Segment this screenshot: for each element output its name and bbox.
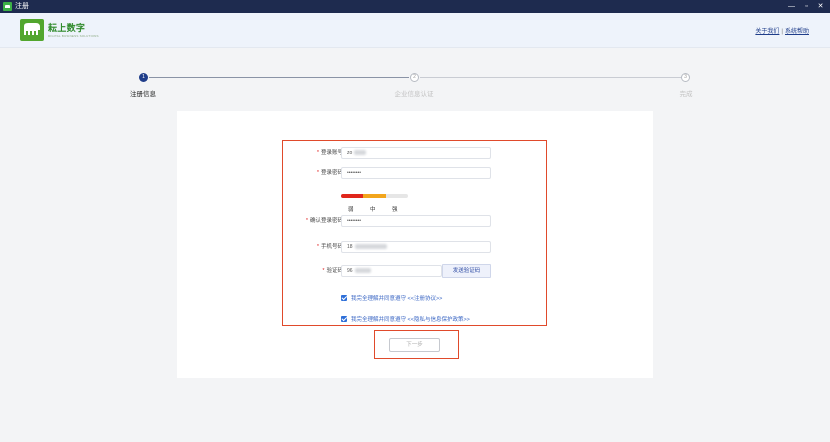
step-2-label: 企业信息认证 [394,91,434,98]
confirm-password-label: * 确认登录密码 [305,218,343,224]
confirm-password-input[interactable]: •••••••• [341,215,491,227]
minimize-button[interactable]: — [786,1,797,12]
logo-subtext: DIGITAL BUSINESS SOLUTIONS [48,34,99,38]
code-input[interactable]: 96 [341,265,442,277]
agreement-terms[interactable]: 我完全理解并同意遵守 <<注册协议>> [341,294,442,303]
confirm-password-row: * 确认登录密码 •••••••• [283,215,543,227]
password-strength-meter [341,194,408,198]
step-1-indicator: 1 [139,73,148,82]
logo-text: 耘上数字 [48,23,86,33]
code-label: * 验证码 [322,268,343,274]
strength-strong-label: 强 [392,207,398,213]
account-label: * 登录账号 [316,150,343,156]
step-1-label: 注册信息 [130,91,156,98]
step-connector-1 [149,77,409,78]
elephant-logo-icon [20,19,44,41]
about-us-link[interactable]: 关于我们 [755,29,779,35]
account-input[interactable]: zo [341,147,491,159]
next-step-button[interactable]: 下一步 [389,338,440,352]
app-icon [3,2,12,11]
system-help-link[interactable]: 系统帮助 [785,29,809,35]
link-separator: | [781,29,783,35]
checkbox-checked-icon[interactable] [341,294,347,301]
phone-input[interactable]: 18 [341,241,491,253]
step-connector-2 [420,77,681,78]
maximize-button[interactable]: ▫ [801,1,812,12]
password-label: * 登录密码 [316,170,343,176]
step-3-label: 完成 [679,91,693,98]
code-row: * 验证码 96 [283,265,543,277]
strength-medium-bar [363,194,386,198]
password-row: * 登录密码 •••••••• [283,167,543,179]
header-links: 关于我们 | 系统帮助 [755,26,809,35]
phone-label: * 手机号码 [316,244,343,250]
step-3-indicator: 3 [681,73,690,82]
window-title: 注册 [15,3,29,10]
checkbox-checked-icon[interactable] [341,315,347,322]
account-row: * 登录账号 zo [283,147,543,159]
close-button[interactable]: ✕ [815,1,826,12]
app-header: 耘上数字 DIGITAL BUSINESS SOLUTIONS 关于我们 | 系统帮… [0,13,830,48]
strength-weak-label: 弱 [348,207,354,213]
strength-weak-bar [341,194,363,198]
password-input[interactable]: •••••••• [341,167,491,179]
send-code-button[interactable]: 发送验证码 [442,264,491,278]
strength-medium-label: 中 [370,207,376,213]
phone-row: * 手机号码 18 [283,241,543,253]
window-titlebar: 注册 — ▫ ✕ [0,0,830,13]
agreement-privacy[interactable]: 我完全理解并同意遵守 <<隐私与信息保护政策>> [341,315,470,324]
registration-steps: 1 注册信息 2 企业信息认证 3 完成 [0,70,830,100]
step-2-indicator: 2 [410,73,419,82]
